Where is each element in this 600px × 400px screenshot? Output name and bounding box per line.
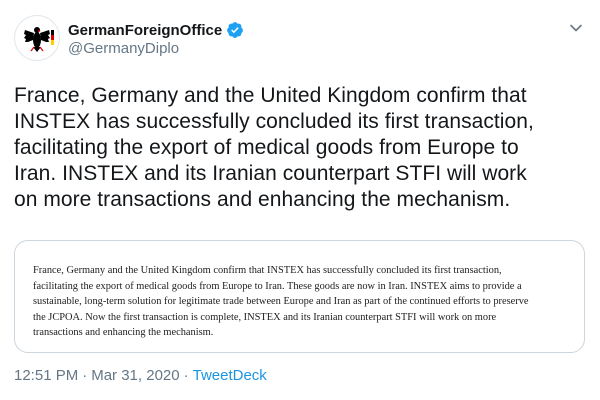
verified-badge-icon (226, 21, 244, 39)
flag-stripe-black (51, 30, 54, 35)
tweet: GermanForeignOffice @GermanyDiplo France… (0, 0, 600, 400)
display-name[interactable]: GermanForeignOffice (68, 22, 222, 39)
tweet-text-line: Iran. INSTEX and its Iranian counterpart… (14, 162, 527, 185)
tweet-text-line: France, Germany and the United Kingdom c… (14, 84, 527, 107)
tweet-metadata: 12:51 PM · Mar 31, 2020 · TweetDeck (14, 367, 267, 384)
display-name-row: GermanForeignOffice (68, 20, 244, 40)
card-text-line: facilitating the export of medical goods… (33, 280, 522, 292)
separator: · (183, 367, 189, 384)
card-text: France, Germany and the United Kingdom c… (33, 263, 573, 341)
flag-stripe-red (51, 35, 54, 40)
avatar[interactable] (14, 15, 60, 61)
card-text-line: France, Germany and the United Kingdom c… (33, 265, 502, 276)
image-card[interactable]: France, Germany and the United Kingdom c… (14, 240, 585, 353)
source-link[interactable]: TweetDeck (193, 367, 267, 384)
federal-eagle-icon (24, 27, 54, 52)
tweet-text-line: facilitating the export of medical goods… (14, 136, 519, 159)
tweet-text-line: INSTEX has successfully concluded its fi… (14, 110, 534, 133)
handle[interactable]: @GermanyDiplo (68, 40, 179, 57)
tweet-text: France, Germany and the United Kingdom c… (14, 83, 594, 213)
tweet-date[interactable]: Mar 31, 2020 (91, 367, 179, 384)
separator: · (82, 367, 88, 384)
flag-stripe-gold (51, 40, 54, 45)
card-text-line: transactions and enhancing the mechanism… (33, 327, 214, 338)
card-text-line: sustainable, long-term solution for legi… (33, 296, 529, 307)
card-text-line: the JCPOA. Now the first transaction is … (33, 311, 497, 323)
tweet-time[interactable]: 12:51 PM (14, 367, 78, 384)
tweet-text-line: on more transactions and enhancing the m… (14, 188, 511, 211)
chevron-down-icon[interactable] (566, 18, 586, 38)
